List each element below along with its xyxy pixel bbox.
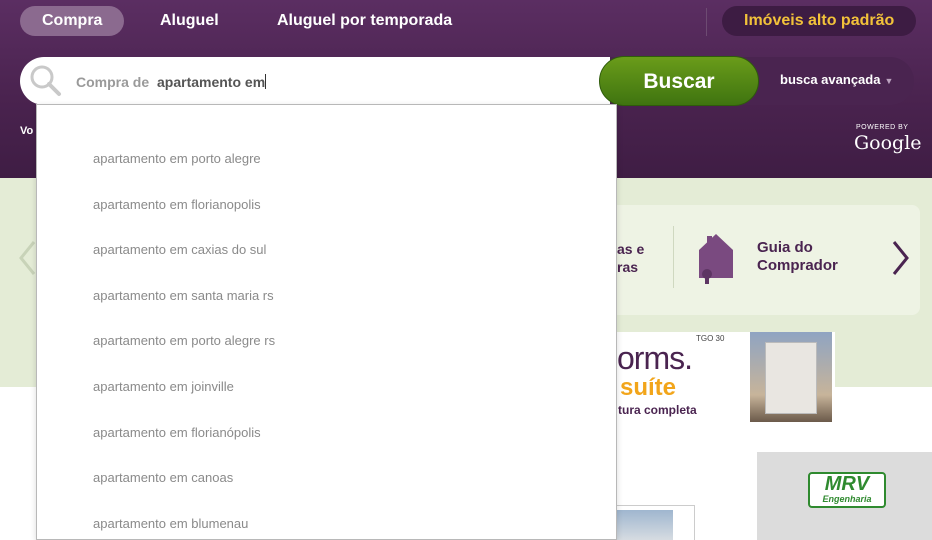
building-image [617, 510, 673, 540]
carousel-divider [673, 226, 674, 288]
search-query-text[interactable]: apartamento em [157, 74, 267, 90]
buscar-button[interactable]: Buscar [599, 56, 759, 106]
suggestion-item[interactable]: apartamento em canoas [93, 470, 233, 485]
house-key-icon [699, 234, 733, 284]
carousel-next-icon[interactable] [890, 240, 910, 276]
tab-compra[interactable]: Compra [20, 6, 125, 36]
tab-aluguel[interactable]: Aluguel [138, 6, 241, 36]
chevron-down-icon: ▼ [884, 76, 894, 86]
carousel-item-guia-comprador[interactable]: Guia do Comprador [757, 239, 877, 275]
ad-logos: TGO 30 [696, 334, 725, 343]
suggestion-item[interactable]: apartamento em blumenau [93, 516, 248, 531]
advanced-search-link[interactable]: busca avançada ▼ [780, 72, 893, 87]
suggestion-item[interactable]: apartamento em joinville [93, 379, 234, 394]
search-icon [30, 65, 61, 96]
carousel-prev-icon[interactable] [18, 240, 38, 276]
carousel-item-partial[interactable]: as e ras [617, 240, 644, 276]
ad-subtext: tura completa [618, 403, 697, 417]
ad-headline: orms. [617, 340, 693, 376]
header-text-fragment: Vo [20, 125, 34, 137]
ad-suite-text: suíte [620, 374, 677, 401]
text-caret [265, 74, 267, 89]
mrv-logo: MRV Engenharia [808, 472, 886, 508]
autocomplete-dropdown: apartamento em porto alegre apartamento … [36, 104, 617, 540]
suggestion-item[interactable]: apartamento em florianópolis [93, 425, 261, 440]
search-prefix: Compra de [76, 74, 150, 90]
google-logo: Google [854, 132, 922, 154]
tab-divider [706, 8, 707, 36]
tab-imoveis-alto-padrao[interactable]: Imóveis alto padrão [722, 6, 917, 36]
building-icon [765, 342, 817, 414]
tab-aluguel-temporada[interactable]: Aluguel por temporada [255, 6, 474, 36]
suggestion-item[interactable]: apartamento em santa maria rs [93, 288, 274, 303]
listing-thumbnail[interactable] [615, 505, 695, 540]
powered-by-label: POWERED BY [856, 124, 909, 131]
suggestion-item[interactable]: apartamento em caxias do sul [93, 242, 266, 257]
suggestion-item[interactable]: apartamento em porto alegre [93, 151, 261, 166]
suggestion-item[interactable]: apartamento em porto alegre rs [93, 333, 275, 348]
suggestion-item[interactable]: apartamento em florianopolis [93, 197, 261, 212]
